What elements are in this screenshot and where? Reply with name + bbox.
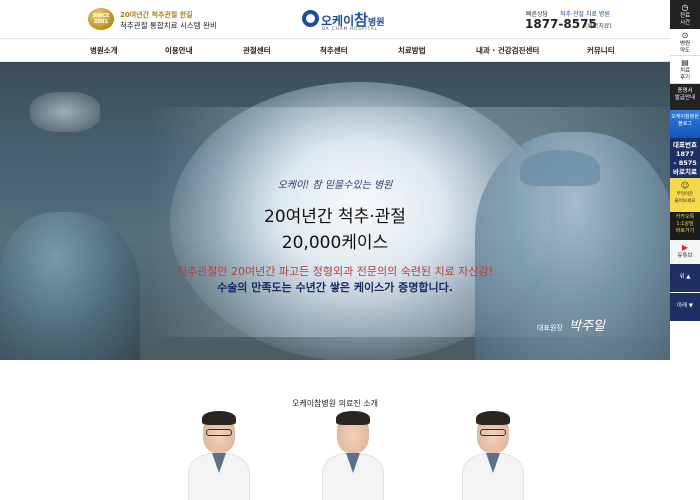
logo-mark-icon <box>302 10 319 27</box>
smile-icon: ☺ <box>680 181 690 190</box>
hero-title-line2: 20,000케이스 <box>281 233 389 253</box>
quick-blog[interactable]: 오케이참병원 블로그 <box>670 110 700 138</box>
nav-item-internal-medicine[interactable]: 내과 · 건강검진센터 <box>476 45 539 56</box>
quick-label: 치료 후기 <box>679 68 691 81</box>
doctor-glasses <box>480 429 506 436</box>
play-icon: ▶ <box>681 243 689 252</box>
quick-label: 진료 시간 <box>679 13 691 26</box>
quick-phone[interactable]: 대표번호 1877 – 8575 바로치료 <box>670 138 700 178</box>
doctor-profile[interactable] <box>322 411 384 500</box>
quick-directions[interactable]: ⊙ 병원 약도 <box>670 29 700 56</box>
doctor-hair <box>476 411 510 425</box>
logo-subtitle: OK CHAM HOSPITAL <box>322 26 378 31</box>
quick-kakao[interactable]: 카카오톡 1:1상담 바로가기 <box>670 212 700 240</box>
nav-item-hospital-intro[interactable]: 병원소개 <box>90 45 118 56</box>
quick-label: 병원 약도 <box>679 41 691 54</box>
hospital-logo[interactable]: 오케이참병원 OK CHAM HOSPITAL <box>302 9 422 31</box>
hero-desc-line1: 척추관절만 20여년간 파고든 정형외과 전문의의 숙련된 치료 자신감! <box>176 265 494 278</box>
quick-label: 유튜브 <box>677 253 693 259</box>
director-signature: 박주일 <box>569 319 605 334</box>
quick-label: 아래 ▼ <box>676 303 694 309</box>
main-nav: 병원소개 이용안내 관절센터 척추센터 치료방법 내과 · 건강검진센터 커뮤니… <box>0 38 670 62</box>
page-root: SINCE 2001 20여년간 척추관절 한길 척추관절 통합치료 시스템 완… <box>0 0 700 500</box>
doctor-profile[interactable] <box>188 411 250 500</box>
quick-label: 대표번호 1877 – 8575 바로치료 <box>673 141 697 176</box>
nav-item-spine-center[interactable]: 척추센터 <box>320 45 348 56</box>
doctor-glasses <box>206 429 232 436</box>
badge-line2: 2001 <box>94 19 108 25</box>
quick-reviews[interactable]: ▤ 치료 후기 <box>670 56 700 84</box>
nav-item-treatment-methods[interactable]: 치료방법 <box>398 45 426 56</box>
hero-title-line1: 20여년간 척추·관절 <box>264 207 406 227</box>
clock-icon: ◷ <box>681 3 689 12</box>
scroll-up-button[interactable]: 위 ▲ <box>670 264 700 292</box>
clipboard-icon: ▤ <box>681 58 689 67</box>
quick-youtube[interactable]: ▶ 유튜브 <box>670 240 700 264</box>
slogan-highlight: 20여년간 척추관절 한길 <box>120 10 193 20</box>
director-credit: 대표원장 박주일 <box>537 315 605 334</box>
quick-label: 무엇이든 물어보세요 <box>674 192 696 204</box>
phone-note: (바로치료) <box>585 23 612 30</box>
scroll-down-button[interactable]: 아래 ▼ <box>670 293 700 321</box>
quick-menu-sidebar: ◷ 진료 시간 ⊙ 병원 약도 ▤ 치료 후기 증명서 발급안내 오케이참병원 … <box>670 0 700 500</box>
nav-item-joint-center[interactable]: 관절센터 <box>243 45 271 56</box>
since-badge: SINCE 2001 <box>88 8 114 30</box>
surgical-lamp-image <box>30 92 100 132</box>
slogan-highlight-text: 20여년간 척추관절 한길 <box>120 11 193 19</box>
hero-tagline: 오케이! 참 믿을수있는 병원 <box>277 180 393 191</box>
quick-label: 증명서 발급안내 <box>674 88 696 101</box>
doctor-profile[interactable] <box>462 411 524 500</box>
quick-ask[interactable]: ☺ 무엇이든 물어보세요 <box>670 178 700 212</box>
quick-label: 오케이참병원 블로그 <box>671 114 699 127</box>
hero-desc-line2: 수술의 만족도는 수년간 쌓은 케이스가 증명합니다. <box>217 281 453 294</box>
nav-item-usage-guide[interactable]: 이용안내 <box>165 45 193 56</box>
quick-label: 위 ▲ <box>679 274 691 280</box>
quick-certificates[interactable]: 증명서 발급안내 <box>670 84 700 110</box>
doctor-hair <box>202 411 236 425</box>
section-title: 오케이참병원 의료진 소개 <box>291 399 379 408</box>
director-label: 대표원장 <box>537 324 563 332</box>
hero-banner: 오케이! 참 믿을수있는 병원 20여년간 척추·관절 20,000케이스 척추… <box>0 62 670 360</box>
quick-label: 카카오톡 1:1상담 바로가기 <box>675 214 695 234</box>
site-header: SINCE 2001 20여년간 척추관절 한길 척추관절 통합치료 시스템 완… <box>0 0 670 38</box>
nav-item-community[interactable]: 커뮤니티 <box>587 45 615 56</box>
slogan-main: 척추관절 통합치료 시스템 완비 <box>120 21 217 30</box>
doctor-hair <box>336 411 370 425</box>
quick-clinic-hours[interactable]: ◷ 진료 시간 <box>670 0 700 29</box>
map-pin-icon: ⊙ <box>681 31 689 40</box>
